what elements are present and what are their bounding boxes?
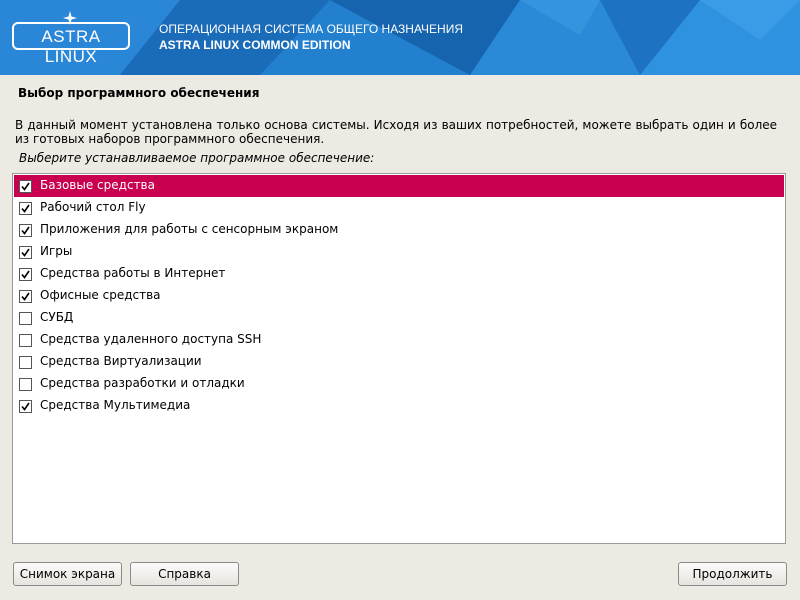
software-list-item[interactable]: СУБД <box>14 307 784 329</box>
checkbox[interactable] <box>19 290 32 303</box>
checkbox[interactable] <box>19 224 32 237</box>
software-list-item[interactable]: Средства удаленного доступа SSH <box>14 329 784 351</box>
software-item-label: Средства работы в Интернет <box>40 266 226 280</box>
checkmark-icon <box>21 270 30 279</box>
software-item-label: Рабочий стол Fly <box>40 200 146 214</box>
checkmark-icon <box>21 226 30 235</box>
software-list-item[interactable]: Приложения для работы с сенсорным экрано… <box>14 219 784 241</box>
checkmark-icon <box>21 182 30 191</box>
checkbox[interactable] <box>19 334 32 347</box>
software-list-item[interactable]: Средства Мультимедиа <box>14 395 784 417</box>
software-list-item[interactable]: Игры <box>14 241 784 263</box>
astra-linux-logo: ASTRA LINUX <box>12 22 130 66</box>
header-banner: ASTRA LINUX ОПЕРАЦИОННАЯ СИСТЕМА ОБЩЕГО … <box>0 0 800 75</box>
continue-button[interactable]: Продолжить <box>678 562 787 586</box>
software-list-item[interactable]: Базовые средства <box>14 175 784 197</box>
checkmark-icon <box>21 402 30 411</box>
software-item-label: СУБД <box>40 310 74 324</box>
checkbox[interactable] <box>19 202 32 215</box>
checkbox[interactable] <box>19 180 32 193</box>
header-edition-title: ASTRA LINUX COMMON EDITION <box>159 38 351 52</box>
software-item-label: Средства разработки и отладки <box>40 376 245 390</box>
software-item-label: Средства удаленного доступа SSH <box>40 332 262 346</box>
software-item-label: Базовые средства <box>40 178 155 192</box>
software-item-label: Игры <box>40 244 73 258</box>
checkbox[interactable] <box>19 246 32 259</box>
logo-text: ASTRA LINUX <box>41 27 101 66</box>
software-list-item[interactable]: Средства работы в Интернет <box>14 263 784 285</box>
page-title: Выбор программного обеспечения <box>18 86 260 100</box>
software-list-item[interactable]: Средства Виртуализации <box>14 351 784 373</box>
checkmark-icon <box>21 292 30 301</box>
header-os-title: ОПЕРАЦИОННАЯ СИСТЕМА ОБЩЕГО НАЗНАЧЕНИЯ <box>159 22 463 36</box>
checkbox[interactable] <box>19 378 32 391</box>
checkbox[interactable] <box>19 268 32 281</box>
software-list-item[interactable]: Средства разработки и отладки <box>14 373 784 395</box>
software-item-label: Средства Виртуализации <box>40 354 202 368</box>
help-button[interactable]: Справка <box>130 562 239 586</box>
screenshot-button[interactable]: Снимок экрана <box>13 562 122 586</box>
software-list-item[interactable]: Офисные средства <box>14 285 784 307</box>
software-list-item[interactable]: Рабочий стол Fly <box>14 197 784 219</box>
software-item-label: Приложения для работы с сенсорным экрано… <box>40 222 339 236</box>
checkmark-icon <box>21 248 30 257</box>
checkbox[interactable] <box>19 356 32 369</box>
software-item-label: Средства Мультимедиа <box>40 398 191 412</box>
checkbox[interactable] <box>19 400 32 413</box>
checkmark-icon <box>21 204 30 213</box>
software-item-label: Офисные средства <box>40 288 161 302</box>
software-selection-list[interactable]: Базовые средства Рабочий стол Fly Приложен… <box>12 173 786 544</box>
page-description: В данный момент установлена только основ… <box>15 118 777 146</box>
logo-star-icon <box>63 11 77 25</box>
selection-prompt: Выберите устанавливаемое программное обе… <box>19 151 375 165</box>
checkbox[interactable] <box>19 312 32 325</box>
